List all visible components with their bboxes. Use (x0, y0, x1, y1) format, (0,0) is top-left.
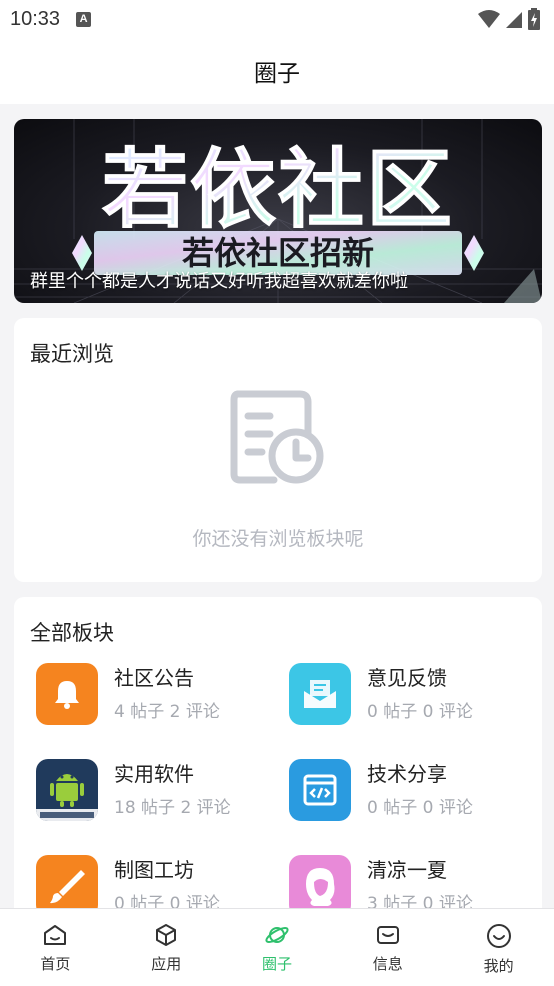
board-item-feedback[interactable]: 意见反馈 0 帖子 0 评论 (289, 663, 539, 729)
board-name: 清凉一夏 (367, 858, 447, 882)
message-icon (376, 926, 399, 944)
tab-home[interactable]: 首页 (0, 909, 111, 986)
empty-state-text: 你还没有浏览板块呢 (192, 528, 364, 550)
banner-caption: 群里个个都是人才说话又好听我超喜欢就差你啦 (30, 271, 408, 292)
smile-icon (486, 924, 511, 948)
banner-carousel[interactable]: 若依社区 若依社区招新 群里个个都是人才说话又好听我超喜欢就差你啦 (14, 119, 542, 303)
status-indicators (478, 8, 540, 30)
tab-profile[interactable]: 我的 (443, 909, 554, 986)
bell-icon (36, 663, 98, 725)
android-icon (36, 759, 98, 821)
notification-a-icon: A (76, 11, 92, 27)
board-name: 社区公告 (114, 666, 194, 690)
planet-icon (265, 927, 289, 943)
wifi-icon (478, 10, 500, 28)
cellular-icon (506, 12, 522, 28)
boards-title: 全部板块 (30, 621, 114, 645)
bottom-tab-bar: 首页 应用 圈子 信息 我的 (0, 908, 554, 986)
banner-title-art: 若依社区 (102, 140, 454, 240)
mail-icon (289, 663, 351, 725)
board-stats: 0 帖子 0 评论 (367, 798, 473, 818)
tab-label: 信息 (372, 955, 403, 973)
board-stats: 4 帖子 2 评论 (114, 702, 220, 722)
recent-browse-card: 最近浏览 你还没有浏览板块呢 (14, 318, 542, 582)
board-item-announcements[interactable]: 社区公告 4 帖子 2 评论 (36, 663, 286, 729)
board-stats: 0 帖子 0 评论 (367, 702, 473, 722)
tab-label: 圈子 (261, 955, 292, 973)
status-bar: 10:33 A (0, 0, 554, 38)
code-window-icon (289, 759, 351, 821)
board-name: 技术分享 (367, 762, 447, 786)
board-stats: 18 帖子 2 评论 (114, 798, 231, 818)
tab-label: 我的 (483, 957, 514, 975)
recent-title: 最近浏览 (30, 342, 114, 366)
status-time: 10:33 (10, 7, 61, 30)
tab-messages[interactable]: 信息 (332, 909, 443, 986)
tab-apps[interactable]: 应用 (111, 909, 222, 986)
home-icon (44, 925, 67, 945)
board-item-tech-share[interactable]: 技术分享 0 帖子 0 评论 (289, 759, 539, 825)
tab-label: 应用 (151, 955, 182, 973)
cube-icon (156, 924, 177, 946)
battery-icon (528, 8, 540, 30)
tab-label: 首页 (40, 955, 71, 973)
app-header: 圈子 (0, 38, 554, 104)
tab-circle[interactable]: 圈子 (222, 909, 333, 986)
all-boards-card: 全部板块 社区公告 4 帖子 2 评论 意见反馈 0 帖子 0 评论 实用软件 … (14, 597, 542, 927)
history-document-icon (230, 390, 324, 484)
board-name: 意见反馈 (367, 666, 447, 690)
board-name: 制图工坊 (114, 858, 194, 882)
board-name: 实用软件 (114, 762, 194, 786)
board-item-software[interactable]: 实用软件 18 帖子 2 评论 (36, 759, 286, 825)
page-title: 圈子 (254, 61, 300, 87)
